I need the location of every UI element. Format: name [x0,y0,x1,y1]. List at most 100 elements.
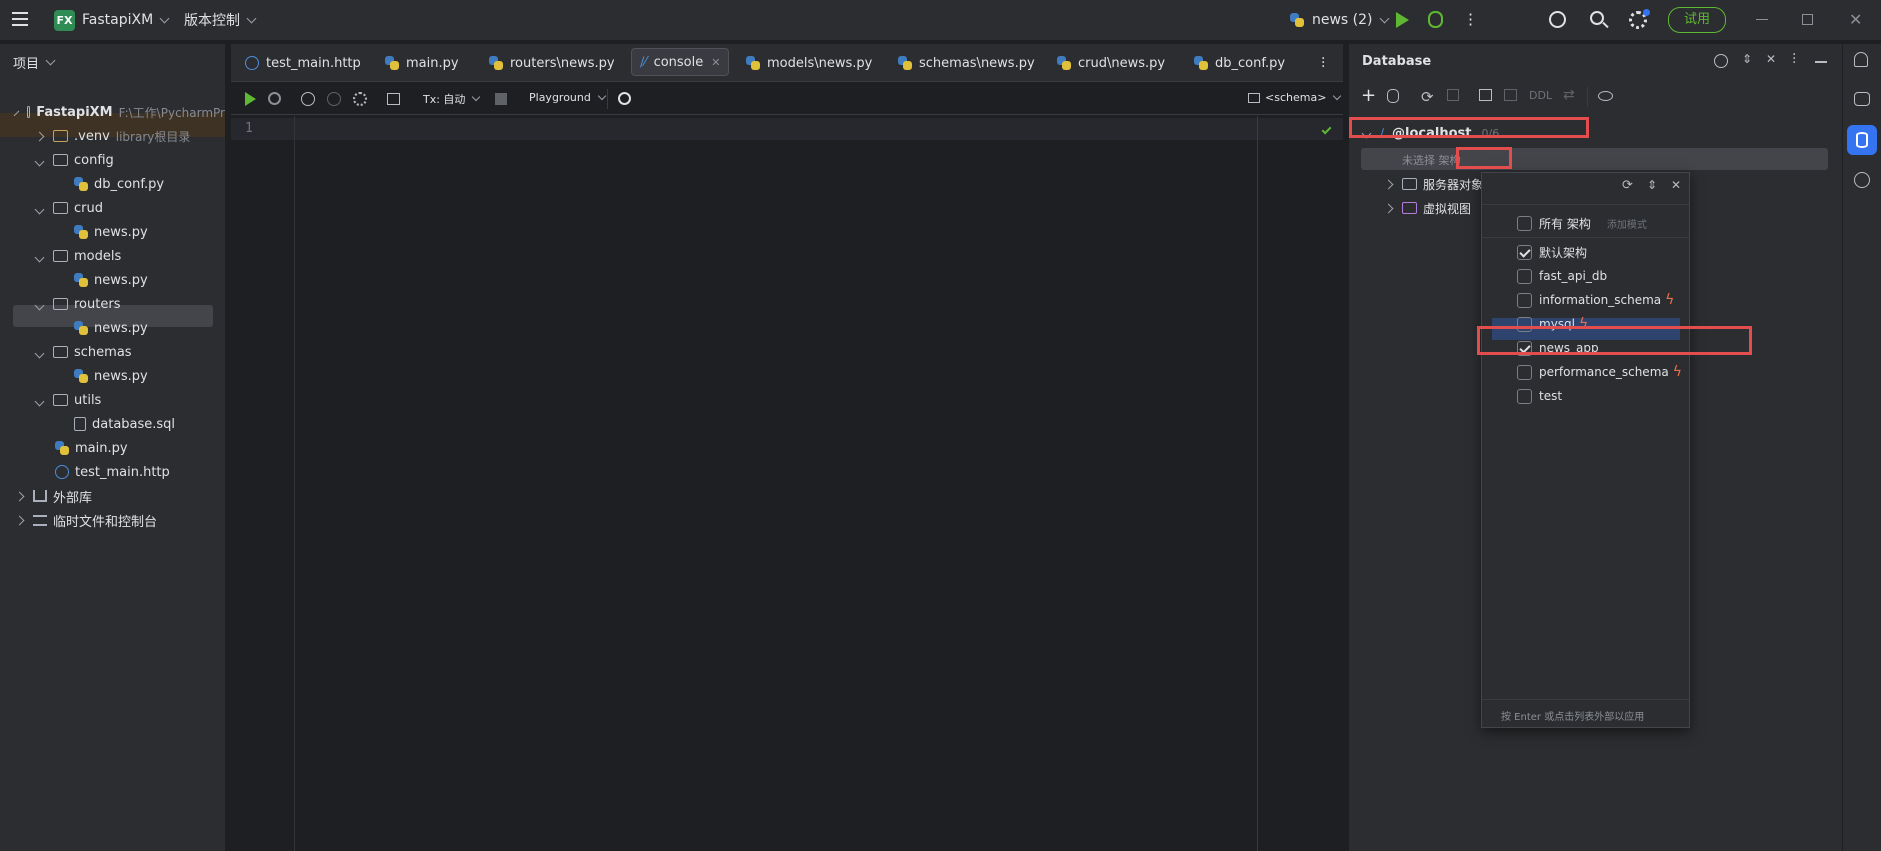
explain-plan-icon[interactable] [268,92,281,105]
layout-icon[interactable] [387,93,400,105]
schema-option[interactable]: performance_schema ϟ [1517,362,1682,382]
folder-icon [53,154,68,166]
run-icon[interactable] [1396,12,1409,28]
tree-row-crud-news[interactable]: news.py [0,220,225,244]
stop-icon[interactable] [495,93,507,105]
project-switcher[interactable]: FX FastapiXM [54,9,170,31]
schema-option[interactable]: information_schema ϟ [1517,290,1674,310]
schema-option[interactable]: 默认架构 [1517,242,1587,262]
tab-bar: test_main.http main.py routers\news.py ∕… [231,44,1343,82]
add-pattern-link[interactable]: 添加模式 [1607,216,1647,231]
tree-row-venv[interactable]: .venv library根目录 [0,124,225,148]
locate-icon[interactable] [1714,54,1728,68]
schema-option[interactable]: test [1517,386,1562,406]
checkbox[interactable] [1517,244,1532,260]
tree-row-external-libs[interactable]: 外部库 [0,484,225,508]
tree-row-db-conf[interactable]: db_conf.py [0,172,225,196]
hide-panel-icon[interactable] [1815,61,1827,63]
tab-crud-news[interactable]: crud\news.py [1057,44,1165,82]
tree-row-routers-news[interactable]: news.py [0,316,225,340]
chevron-down-icon [34,204,45,214]
tree-row-utils[interactable]: utils [0,388,225,412]
tree-row-database-sql[interactable]: database.sql [0,412,225,436]
refresh-icon[interactable]: ⟳ [1421,88,1434,106]
close-button[interactable]: ✕ [1849,10,1862,29]
tree-row-crud[interactable]: crud [0,196,225,220]
virtual-views-node[interactable]: 虚拟视图 [1383,198,1471,218]
console-icon[interactable] [1479,89,1492,101]
pause-icon[interactable] [327,92,341,106]
tab-test-main-http[interactable]: test_main.http [245,44,361,82]
playground-dropdown[interactable]: Playground [529,91,607,104]
main-menu-icon[interactable] [12,12,28,26]
server-objects-node[interactable]: 服务器对象 [1383,174,1483,194]
tab-main-py[interactable]: main.py [385,44,459,82]
schema-selector[interactable]: <schema> [1248,91,1342,104]
tree-row-schemas[interactable]: schemas [0,340,225,364]
checkbox[interactable] [1517,215,1532,231]
ai-chat-icon[interactable] [1854,92,1870,106]
panel-options-icon[interactable]: · · · [1792,48,1796,70]
disconnect-icon[interactable] [1447,89,1459,101]
vcs-menu[interactable]: 版本控制 [184,9,257,31]
expand-all-icon[interactable]: ⇕ [1742,52,1752,66]
execute-icon[interactable] [245,92,256,106]
settings-icon[interactable] [353,92,367,106]
tx-mode-dropdown[interactable]: Tx: 自动 [423,91,481,107]
popup-expand-icon[interactable]: ⇕ [1647,178,1657,192]
notifications-icon[interactable] [1854,52,1868,67]
collapse-all-icon[interactable]: ✕ [1766,52,1776,66]
tree-row-main[interactable]: main.py [0,436,225,460]
popup-refresh-icon[interactable]: ⟳ [1622,178,1633,193]
folder-icon [53,202,68,214]
tree-row-scratches[interactable]: 临时文件和控制台 [0,508,225,532]
restore-button[interactable] [1802,14,1813,25]
tab-more-icon[interactable]: · · · [1321,52,1325,74]
run-config-selector[interactable]: news (2) [1290,9,1389,31]
data-source-properties-icon[interactable] [1387,89,1399,103]
jump-icon[interactable]: ⇄ [1563,87,1575,103]
all-schemas-option[interactable]: 所有 架构 添加模式 [1517,213,1647,233]
more-actions-icon[interactable]: · · · [1468,7,1473,33]
ddl-button[interactable]: DDL [1529,89,1552,102]
tree-row-test-main[interactable]: test_main.http [0,460,225,484]
vcs-label: 版本控制 [184,13,240,29]
tree-label: news.py [94,368,148,384]
right-tool-strip [1843,44,1881,851]
checkbox[interactable] [1517,268,1532,284]
debug-icon[interactable] [1428,11,1443,28]
tree-row-models-news[interactable]: news.py [0,268,225,292]
project-panel-header[interactable]: 项目 [13,53,56,72]
database-tool-button[interactable] [1847,125,1877,155]
tab-schemas-news[interactable]: schemas\news.py [898,44,1035,82]
checkbox[interactable] [1517,364,1532,380]
tree-row-routers[interactable]: routers [0,292,225,316]
tree-row-schemas-news[interactable]: news.py [0,364,225,388]
schema-option[interactable]: fast_api_db [1517,266,1607,286]
tree-label: models [74,248,122,264]
tab-console[interactable]: ∕⁄ console ✕ [631,48,730,76]
ai-assistant-icon[interactable] [1549,11,1566,28]
database-panel: Database ⇕ ✕ · · · + ⟳ DDL ⇄ ∕ @localhost … [1349,44,1842,851]
table-icon[interactable] [1504,89,1517,101]
ai-assistant-icon[interactable] [1854,172,1870,188]
tab-models-news[interactable]: models\news.py [746,44,872,82]
tab-db-conf[interactable]: db_conf.py [1194,44,1285,82]
checkbox[interactable] [1517,292,1532,308]
checkbox[interactable] [1517,388,1532,404]
tree-row-models[interactable]: models [0,244,225,268]
minimize-button[interactable] [1756,19,1768,20]
tree-row-config[interactable]: config [0,148,225,172]
add-icon[interactable]: + [1361,85,1376,106]
python-file-icon [385,56,399,70]
history-icon[interactable] [301,92,315,106]
close-tab-icon[interactable]: ✕ [711,56,720,69]
popup-collapse-icon[interactable]: ✕ [1671,178,1681,192]
ai-icon[interactable] [618,92,631,105]
schema-row-label[interactable]: 未选择 架构 [1402,152,1461,168]
trial-button[interactable]: 试用 [1668,7,1726,33]
tree-row-root[interactable]: FastapiXM F:\工作\PycharmPr [0,100,225,124]
chevron-right-icon [1383,203,1394,213]
view-options-icon[interactable] [1598,91,1613,101]
tab-routers-news[interactable]: routers\news.py [489,44,615,82]
